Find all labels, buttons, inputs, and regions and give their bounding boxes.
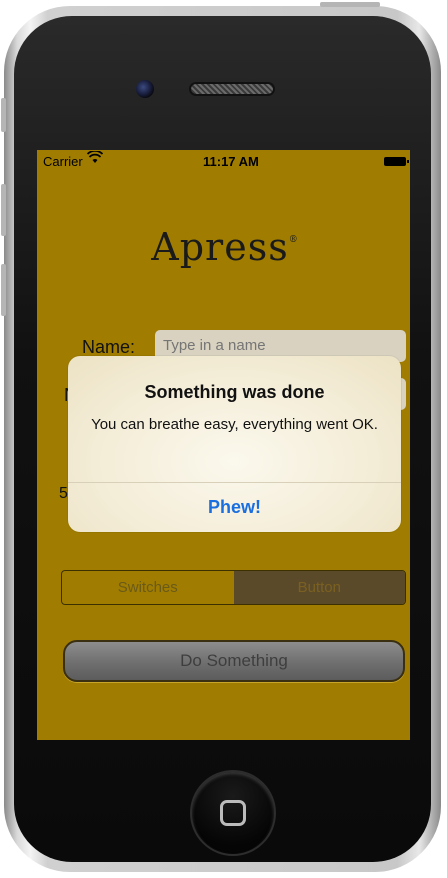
registered-mark: ® bbox=[288, 235, 299, 245]
battery-icon bbox=[384, 157, 409, 166]
mute-switch bbox=[1, 98, 6, 132]
do-something-button[interactable]: Do Something bbox=[63, 640, 405, 682]
home-button[interactable] bbox=[190, 770, 276, 856]
slider-value-label: 5 bbox=[59, 485, 68, 502]
status-bar: Carrier 11:17 AM bbox=[37, 150, 410, 172]
power-button bbox=[320, 2, 380, 7]
front-camera-icon bbox=[136, 80, 154, 98]
home-square-icon bbox=[220, 800, 246, 826]
apress-logo: Apress® bbox=[145, 225, 305, 269]
volume-down-button bbox=[1, 264, 6, 316]
segment-button[interactable]: Button bbox=[233, 571, 405, 604]
alert-phew-button[interactable]: Phew! bbox=[68, 483, 401, 532]
earpiece-speaker bbox=[189, 82, 275, 96]
volume-up-button bbox=[1, 184, 6, 236]
logo-text: Apress bbox=[151, 225, 289, 269]
segment-switches[interactable]: Switches bbox=[62, 571, 234, 604]
alert-title: Something was done bbox=[144, 382, 325, 402]
wifi-icon bbox=[86, 150, 104, 168]
segmented-control: Switches Button bbox=[61, 570, 406, 605]
name-label: Name: bbox=[82, 337, 136, 357]
alert-message: You can breathe easy, everything went OK… bbox=[91, 416, 378, 433]
carrier-label: Carrier bbox=[43, 154, 83, 169]
alert-dialog: Something was done You can breathe easy,… bbox=[68, 356, 401, 532]
app-screen: Carrier 11:17 AM Apress® Name: N 5 Switc… bbox=[37, 150, 410, 740]
status-time: 11:17 AM bbox=[203, 154, 259, 169]
